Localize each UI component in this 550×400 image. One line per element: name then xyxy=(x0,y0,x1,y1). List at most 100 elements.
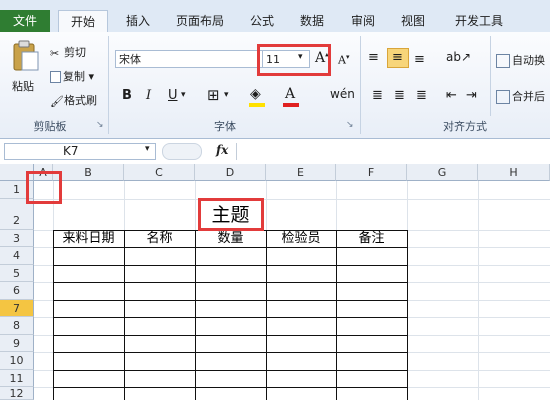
copy-button[interactable]: 复制 ▾ xyxy=(50,68,94,84)
spreadsheet-grid: A B C D E F G H 1 2 3 4 5 6 7 8 9 10 11 … xyxy=(0,164,550,400)
scissors-icon: ✂ xyxy=(50,47,60,60)
tab-data[interactable]: 数据 xyxy=(292,10,332,32)
ribbon-tab-bar: 文件 开始 插入 页面布局 公式 数据 审阅 视图 开发工具 xyxy=(0,0,550,34)
column-header-e[interactable]: E xyxy=(266,164,336,181)
table-border xyxy=(124,230,125,400)
tab-home[interactable]: 开始 xyxy=(58,10,108,34)
font-group-label: 字体 xyxy=(214,120,236,133)
align-bottom-icon[interactable]: ≡ xyxy=(414,52,425,67)
tab-file[interactable]: 文件 xyxy=(0,10,50,32)
group-separator xyxy=(108,36,109,134)
row-header-3[interactable]: 3 xyxy=(0,230,34,247)
group-separator xyxy=(360,36,361,134)
wrap-text-icon xyxy=(496,54,510,68)
chevron-down-icon: ▾ xyxy=(224,90,229,100)
column-header-g[interactable]: G xyxy=(407,164,478,181)
gridline xyxy=(34,199,550,200)
gridline xyxy=(478,181,479,400)
column-header-d[interactable]: D xyxy=(195,164,266,181)
table-border xyxy=(53,335,408,336)
tab-page-layout[interactable]: 页面布局 xyxy=(168,10,232,32)
format-painter-button[interactable]: 🖌格式刷 xyxy=(50,92,97,108)
tab-developer[interactable]: 开发工具 xyxy=(447,10,511,32)
table-header-cell[interactable]: 备注 xyxy=(336,230,407,247)
font-color-swatch xyxy=(283,103,299,107)
formula-input[interactable] xyxy=(236,143,549,160)
underline-button[interactable]: U xyxy=(168,88,178,103)
clipboard-icon xyxy=(13,40,39,71)
increase-indent-icon[interactable]: ⇥ xyxy=(466,88,477,103)
shrink-font-icon[interactable]: A▾ xyxy=(338,53,349,67)
copy-icon xyxy=(50,71,61,83)
paintbrush-icon: 🖌 xyxy=(50,95,64,108)
row-header-7[interactable]: 7 xyxy=(0,300,34,317)
cut-button[interactable]: ✂ 剪切 xyxy=(50,44,86,60)
column-header-h[interactable]: H xyxy=(478,164,550,181)
dialog-launcher-icon[interactable]: ↘ xyxy=(346,120,354,130)
merge-center-button[interactable]: 合并后 xyxy=(496,88,545,104)
formula-bar-expand-handle[interactable] xyxy=(162,143,202,160)
align-left-icon[interactable]: ≣ xyxy=(372,88,383,103)
row-header-5[interactable]: 5 xyxy=(0,265,34,282)
fill-color-icon[interactable]: ◈ xyxy=(250,86,261,102)
phonetic-icon[interactable]: wén xyxy=(330,87,355,101)
name-box[interactable]: K7 xyxy=(4,143,156,160)
table-header-cell[interactable]: 数量 xyxy=(195,230,266,247)
column-header-b[interactable]: B xyxy=(53,164,124,181)
italic-button[interactable]: I xyxy=(146,88,151,103)
table-border xyxy=(53,265,408,266)
fill-color-swatch xyxy=(249,103,265,107)
align-middle-icon: ≡ xyxy=(392,50,403,65)
insert-function-icon[interactable]: fx xyxy=(216,143,228,157)
row-header-8[interactable]: 8 xyxy=(0,317,34,335)
border-icon[interactable]: ⊞ xyxy=(207,86,220,104)
align-right-icon[interactable]: ≣ xyxy=(416,88,427,103)
row-header-12[interactable]: 12 xyxy=(0,387,34,400)
table-header-cell[interactable]: 名称 xyxy=(124,230,195,247)
orientation-icon[interactable]: ab↗ xyxy=(446,50,471,64)
table-header-cell[interactable]: 来料日期 xyxy=(53,230,124,247)
font-color-icon[interactable]: A xyxy=(285,86,295,102)
tab-review[interactable]: 审阅 xyxy=(343,10,383,32)
chevron-down-icon[interactable]: ▾ xyxy=(145,144,150,154)
row-header-6[interactable]: 6 xyxy=(0,282,34,300)
table-border xyxy=(53,370,408,371)
table-border xyxy=(53,282,408,283)
table-border xyxy=(407,230,408,400)
bold-button[interactable]: B xyxy=(122,88,132,103)
row-header-4[interactable]: 4 xyxy=(0,247,34,265)
table-border xyxy=(53,300,408,301)
wrap-text-button[interactable]: 自动换 xyxy=(496,52,545,68)
font-size-highlight-box xyxy=(257,44,331,76)
clipboard-group-label: 剪贴板 xyxy=(33,120,67,133)
paste-button[interactable] xyxy=(10,40,40,72)
title-highlight-box xyxy=(198,198,264,231)
merge-icon xyxy=(496,90,510,104)
table-border xyxy=(53,352,408,353)
tab-insert[interactable]: 插入 xyxy=(118,10,158,32)
table-border xyxy=(266,230,267,400)
formula-bar: K7 ▾ fx xyxy=(0,140,550,165)
table-border xyxy=(53,230,54,400)
row-header-9[interactable]: 9 xyxy=(0,335,34,352)
paste-label[interactable]: 粘贴 xyxy=(12,78,34,94)
table-header-cell[interactable]: 检验员 xyxy=(266,230,336,247)
row-header-10[interactable]: 10 xyxy=(0,352,34,370)
group-separator xyxy=(490,36,491,116)
column-header-c[interactable]: C xyxy=(124,164,195,181)
table-border xyxy=(336,230,337,400)
column-header-f[interactable]: F xyxy=(336,164,407,181)
dialog-launcher-icon[interactable]: ↘ xyxy=(96,120,104,130)
table-border xyxy=(53,317,408,318)
tab-formulas[interactable]: 公式 xyxy=(242,10,282,32)
align-top-icon[interactable]: ≡ xyxy=(368,50,379,65)
column-a-highlight-box xyxy=(26,171,62,204)
table-border xyxy=(53,247,408,248)
align-center-icon[interactable]: ≣ xyxy=(394,88,405,103)
decrease-indent-icon[interactable]: ⇤ xyxy=(446,88,457,103)
chevron-down-icon: ▾ xyxy=(181,90,186,100)
row-header-11[interactable]: 11 xyxy=(0,370,34,387)
table-border xyxy=(53,387,408,388)
font-name-select[interactable]: 宋体 xyxy=(115,50,263,68)
tab-view[interactable]: 视图 xyxy=(393,10,433,32)
